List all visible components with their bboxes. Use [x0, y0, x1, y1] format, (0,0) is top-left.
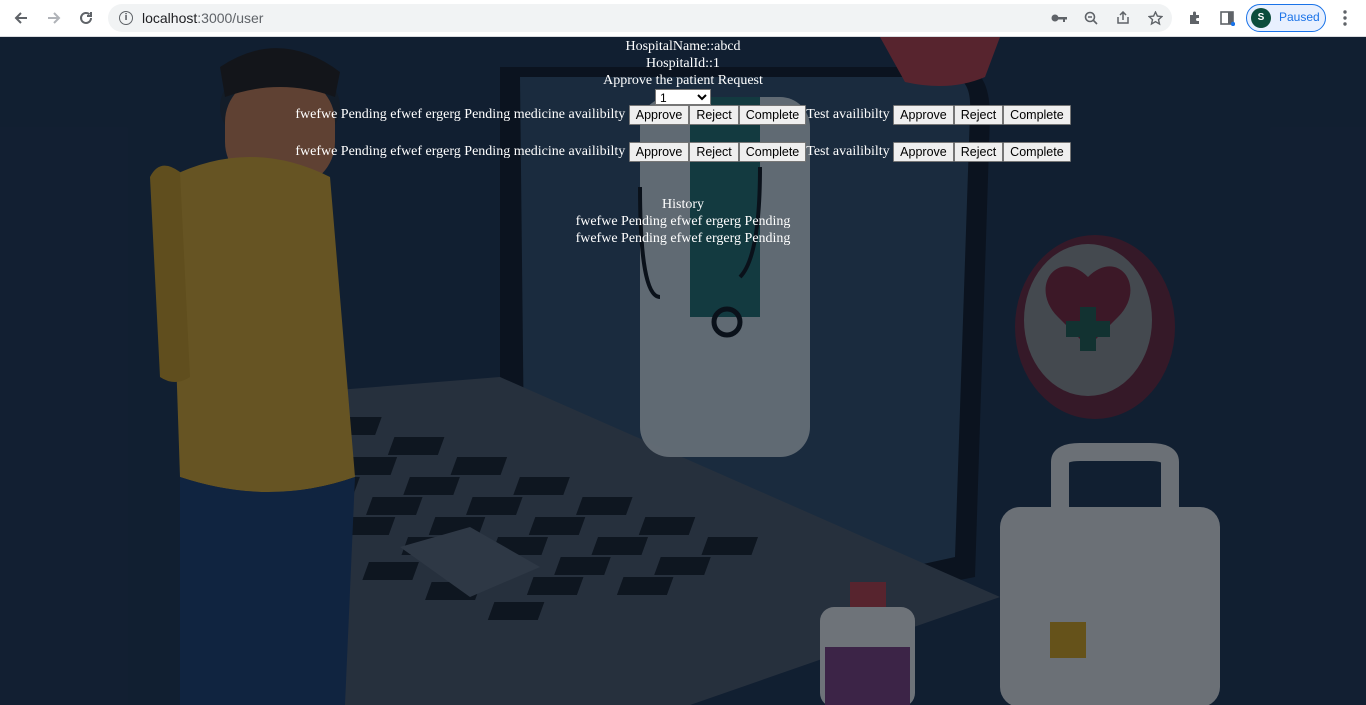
site-info-icon[interactable]: i: [119, 11, 133, 25]
medicine-reject-button[interactable]: Reject: [689, 142, 739, 162]
test-reject-button[interactable]: Reject: [953, 142, 1004, 162]
forward-icon[interactable]: [40, 4, 68, 32]
share-icon[interactable]: [1112, 8, 1134, 28]
request-text: fwefwe Pending efwef ergerg Pending medi…: [295, 144, 626, 159]
history-item: fwefwe Pending efwef ergerg Pending: [575, 214, 791, 229]
test-availability-label: Test availibilty: [806, 107, 890, 122]
reload-icon[interactable]: [72, 4, 100, 32]
bookmark-star-icon[interactable]: [1144, 8, 1166, 28]
browser-toolbar: i localhost:3000/user S Paused: [0, 0, 1366, 37]
hospital-id: HospitalId::1: [646, 56, 720, 71]
history-title: History: [662, 197, 704, 212]
medicine-complete-button[interactable]: Complete: [738, 105, 807, 125]
request-row: fwefwe Pending efwef ergerg Pending medi…: [0, 142, 1366, 162]
request-row: fwefwe Pending efwef ergerg Pending medi…: [0, 105, 1366, 125]
test-approve-button[interactable]: Approve: [893, 142, 954, 162]
request-text: fwefwe Pending efwef ergerg Pending medi…: [295, 107, 626, 122]
medicine-approve-button[interactable]: Approve: [628, 105, 690, 125]
profile-status: Paused: [1279, 10, 1320, 24]
menu-kebab-icon[interactable]: [1331, 4, 1359, 32]
test-complete-button[interactable]: Complete: [1003, 142, 1071, 162]
test-approve-button[interactable]: Approve: [893, 105, 954, 125]
avatar: S: [1251, 8, 1271, 28]
url-text[interactable]: localhost:3000/user: [142, 10, 263, 26]
patient-select[interactable]: 1: [655, 89, 711, 105]
test-reject-button[interactable]: Reject: [953, 105, 1004, 125]
extensions-icon[interactable]: [1181, 4, 1209, 32]
user-dashboard: HospitalName::abcd HospitalId::1 Approve…: [0, 37, 1366, 247]
history-item: fwefwe Pending efwef ergerg Pending: [575, 231, 791, 246]
hospital-name: HospitalName::abcd: [625, 39, 741, 54]
test-availability-label: Test availibilty: [806, 144, 890, 159]
medicine-complete-button[interactable]: Complete: [738, 142, 807, 162]
test-complete-button[interactable]: Complete: [1003, 105, 1071, 125]
approve-heading: Approve the patient Request: [603, 73, 763, 88]
key-icon[interactable]: [1048, 8, 1070, 28]
medicine-approve-button[interactable]: Approve: [628, 142, 690, 162]
page-body: HospitalName::abcd HospitalId::1 Approve…: [0, 37, 1366, 705]
side-panel-icon[interactable]: [1213, 4, 1241, 32]
back-icon[interactable]: [7, 4, 35, 32]
medicine-reject-button[interactable]: Reject: [689, 105, 739, 125]
address-bar[interactable]: i localhost:3000/user: [108, 4, 1172, 32]
profile-button[interactable]: S Paused: [1246, 4, 1326, 32]
zoom-icon[interactable]: [1080, 8, 1102, 28]
